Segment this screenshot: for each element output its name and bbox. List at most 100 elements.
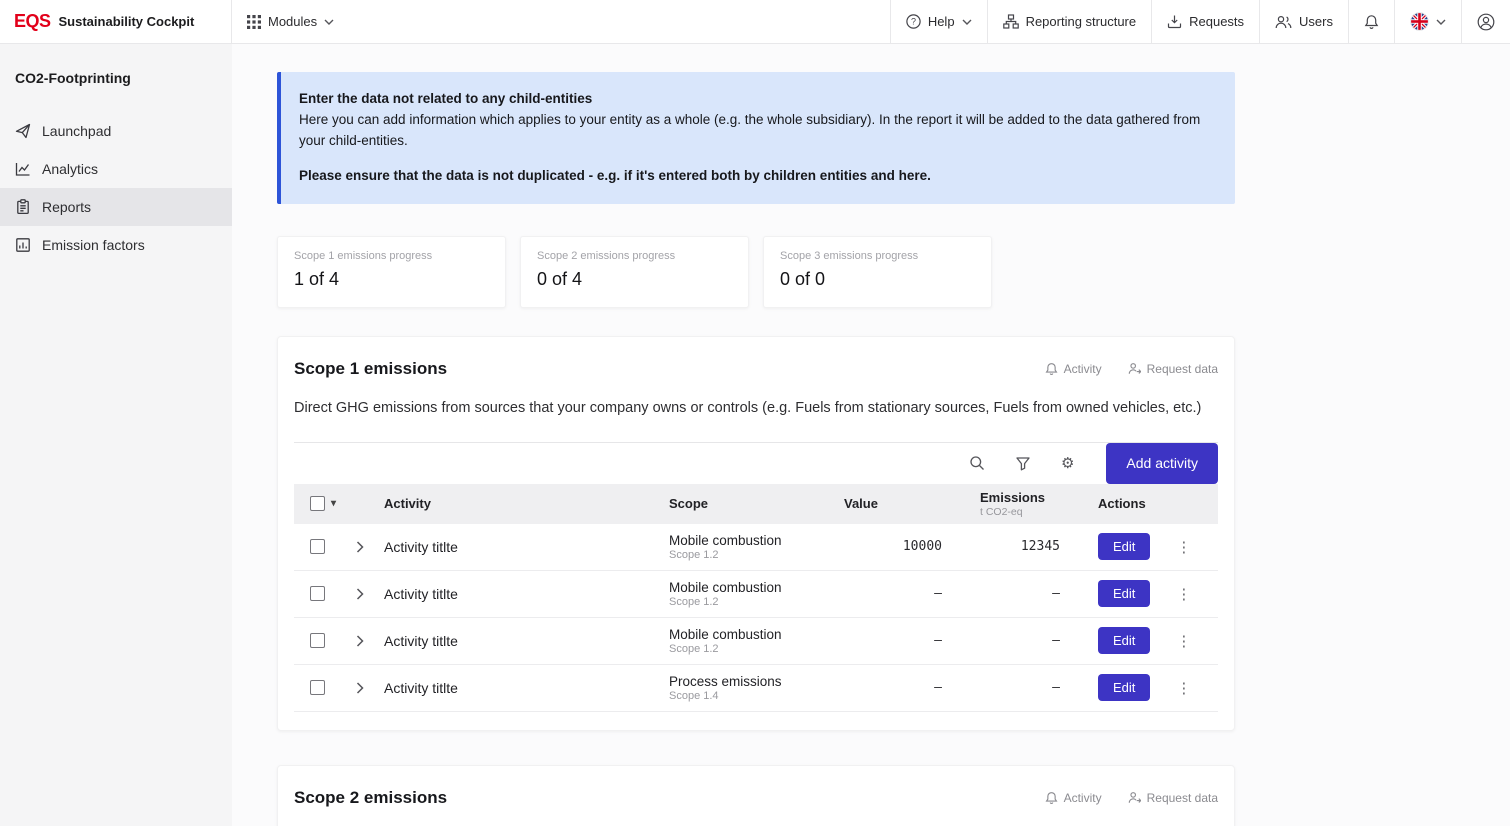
sidebar-item-launchpad[interactable]: Launchpad <box>0 112 232 150</box>
row-checkbox[interactable] <box>310 680 325 695</box>
banner-warning: Please ensure that the data is not dupli… <box>299 166 1213 187</box>
row-expand-toggle[interactable] <box>340 682 380 694</box>
activity-log-link[interactable]: Activity <box>1045 362 1102 376</box>
kebab-menu-icon[interactable]: ⋮ <box>1172 632 1195 650</box>
sidebar-item-label: Launchpad <box>42 123 111 139</box>
request-data-link[interactable]: Request data <box>1128 362 1218 376</box>
language-menu[interactable] <box>1394 0 1461 43</box>
row-checkbox[interactable] <box>310 633 325 648</box>
progress-value: 0 of 4 <box>537 269 732 290</box>
row-expand-toggle[interactable] <box>340 541 380 553</box>
gear-icon[interactable]: ⚙ <box>1061 456 1074 471</box>
row-checkbox[interactable] <box>310 586 325 601</box>
kebab-menu-icon[interactable]: ⋮ <box>1172 585 1195 603</box>
filter-icon[interactable] <box>1015 456 1031 471</box>
request-data-icon <box>1128 362 1141 375</box>
top-bar: EQS Sustainability Cockpit Modules ? Hel… <box>0 0 1510 44</box>
scope1-progress-card: Scope 1 emissions progress 1 of 4 <box>277 236 506 308</box>
help-icon: ? <box>906 14 921 29</box>
requests-button[interactable]: Requests <box>1151 0 1259 43</box>
scope-name: Mobile combustion <box>669 533 836 548</box>
analytics-icon <box>15 161 31 177</box>
select-all-checkbox[interactable] <box>310 496 325 511</box>
account-icon <box>1477 13 1495 31</box>
eqs-logo: EQS <box>14 11 51 32</box>
emission-factors-icon <box>15 237 31 253</box>
table-header-row: ▾ Activity Scope Value Emissions t CO2-e… <box>294 484 1218 524</box>
notifications-button[interactable] <box>1348 0 1394 43</box>
reporting-structure-label: Reporting structure <box>1026 14 1137 29</box>
chevron-right-icon <box>356 588 364 600</box>
sidebar-item-emission-factors[interactable]: Emission factors <box>0 226 232 264</box>
sidebar-item-label: Emission factors <box>42 237 145 253</box>
progress-label: Scope 3 emissions progress <box>780 250 975 262</box>
progress-cards: Scope 1 emissions progress 1 of 4 Scope … <box>277 236 1235 308</box>
activity-log-link[interactable]: Activity <box>1045 791 1102 805</box>
request-data-link[interactable]: Request data <box>1128 791 1218 805</box>
reports-icon <box>15 199 31 215</box>
kebab-menu-icon[interactable]: ⋮ <box>1172 538 1195 556</box>
scope-number: Scope 1.4 <box>669 690 836 702</box>
edit-button[interactable]: Edit <box>1098 580 1150 607</box>
sidebar-item-analytics[interactable]: Analytics <box>0 150 232 188</box>
request-data-icon <box>1128 791 1141 804</box>
row-expand-toggle[interactable] <box>340 588 380 600</box>
chevron-right-icon <box>356 682 364 694</box>
table-row: Activity titlte Mobile combustion Scope … <box>294 571 1218 618</box>
bell-icon <box>1045 362 1058 376</box>
scope1-title: Scope 1 emissions <box>294 359 447 379</box>
edit-button[interactable]: Edit <box>1098 533 1150 560</box>
bell-icon <box>1364 14 1379 30</box>
help-menu[interactable]: ? Help <box>890 0 987 43</box>
row-checkbox[interactable] <box>310 539 325 554</box>
col-header-actions: Actions <box>1094 496 1218 511</box>
requests-label: Requests <box>1189 14 1244 29</box>
sidebar-item-label: Analytics <box>42 161 98 177</box>
row-expand-toggle[interactable] <box>340 635 380 647</box>
search-icon[interactable] <box>969 455 985 471</box>
sidebar-item-reports[interactable]: Reports <box>0 188 232 226</box>
account-button[interactable] <box>1461 0 1510 43</box>
scope3-progress-card: Scope 3 emissions progress 0 of 0 <box>763 236 992 308</box>
emissions-cell: 12345 <box>976 539 1094 554</box>
sidebar-title: CO2-Footprinting <box>0 70 232 86</box>
grid-icon <box>247 15 261 29</box>
activity-title: Activity titlte <box>380 633 665 649</box>
progress-label: Scope 2 emissions progress <box>537 250 732 262</box>
reporting-structure-button[interactable]: Reporting structure <box>987 0 1152 43</box>
col-header-emissions: Emissions t CO2-eq <box>976 490 1094 518</box>
activity-title: Activity titlte <box>380 586 665 602</box>
main-area: Enter the data not related to any child-… <box>232 44 1510 826</box>
activity-link-label: Activity <box>1064 362 1102 376</box>
add-activity-button[interactable]: Add activity <box>1106 443 1218 484</box>
modules-menu[interactable]: Modules <box>232 0 349 43</box>
sidebar-item-label: Reports <box>42 199 91 215</box>
users-button[interactable]: Users <box>1259 0 1348 43</box>
request-icon <box>1167 14 1182 29</box>
modules-label: Modules <box>268 14 317 29</box>
banner-title: Enter the data not related to any child-… <box>299 89 1213 110</box>
progress-value: 1 of 4 <box>294 269 489 290</box>
scope2-title: Scope 2 emissions <box>294 788 447 808</box>
brand-area[interactable]: EQS Sustainability Cockpit <box>0 0 232 43</box>
header-spacer <box>349 0 890 43</box>
edit-button[interactable]: Edit <box>1098 627 1150 654</box>
scope1-description: Direct GHG emissions from sources that y… <box>294 397 1204 420</box>
kebab-menu-icon[interactable]: ⋮ <box>1172 679 1195 697</box>
activity-title: Activity titlte <box>380 680 665 696</box>
value-cell: – <box>840 680 976 695</box>
svg-text:?: ? <box>911 17 916 27</box>
chevron-down-icon <box>1436 19 1446 25</box>
chevron-right-icon <box>356 635 364 647</box>
chevron-right-icon <box>356 541 364 553</box>
edit-button[interactable]: Edit <box>1098 674 1150 701</box>
scope-name: Mobile combustion <box>669 580 836 595</box>
banner-body: Here you can add information which appli… <box>299 110 1213 152</box>
scope1-card: Scope 1 emissions Activity Request data <box>277 336 1235 731</box>
select-dropdown-caret[interactable]: ▾ <box>331 498 336 509</box>
emissions-cell: – <box>976 680 1094 695</box>
request-data-label: Request data <box>1147 362 1218 376</box>
help-label: Help <box>928 14 955 29</box>
scope-cell: Mobile combustion Scope 1.2 <box>665 533 840 561</box>
scope-cell: Process emissions Scope 1.4 <box>665 674 840 702</box>
